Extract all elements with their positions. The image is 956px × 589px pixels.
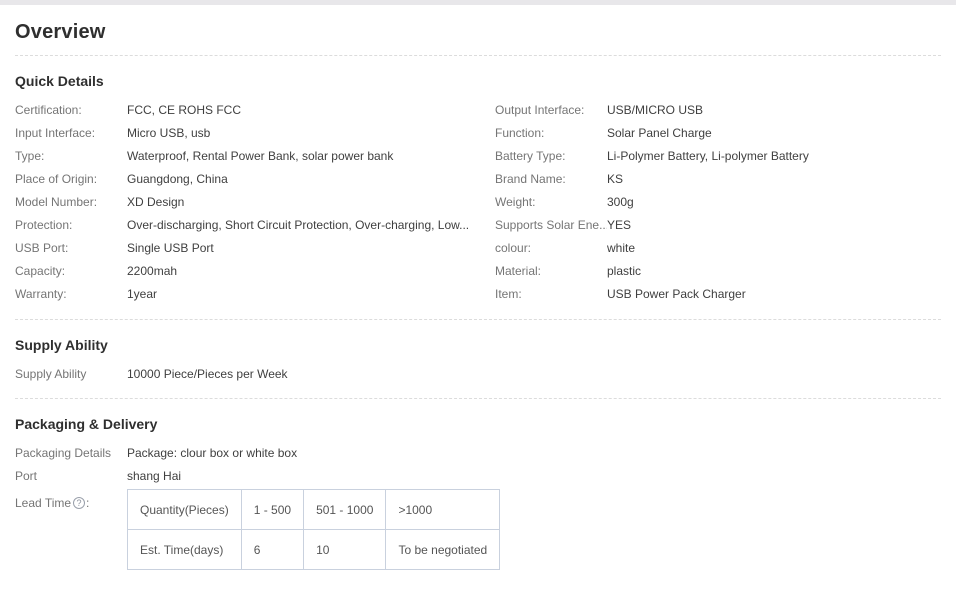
lead-time-table-cell: >1000: [386, 490, 500, 530]
quick-detail-row: Certification:FCC, CE ROHS FCC: [15, 99, 495, 122]
product-overview-page: Overview Quick Details Certification:FCC…: [0, 21, 956, 570]
quick-detail-label: Battery Type:: [495, 145, 607, 168]
packaging-detail-value: shang Hai: [127, 465, 189, 488]
quick-detail-label: Material:: [495, 260, 607, 283]
lead-time-label-text: Lead Time: [15, 496, 71, 510]
quick-detail-value: 300g: [607, 191, 642, 214]
quick-detail-value: 2200mah: [127, 260, 185, 283]
quick-detail-row: USB Port:Single USB Port: [15, 237, 495, 260]
quick-detail-value: plastic: [607, 260, 649, 283]
quick-detail-label: colour:: [495, 237, 607, 260]
quick-detail-value: Over-discharging, Short Circuit Protecti…: [127, 214, 477, 237]
lead-time-table-body: Quantity(Pieces)1 - 500501 - 1000>1000Es…: [128, 490, 500, 570]
quick-detail-row: Battery Type:Li-Polymer Battery, Li-poly…: [495, 145, 941, 168]
quick-detail-row: Supports Solar Ene...YES: [495, 214, 941, 237]
quick-details-section: Quick Details Certification:FCC, CE ROHS…: [15, 73, 941, 306]
quick-detail-value: Micro USB, usb: [127, 122, 218, 145]
quick-detail-row: Place of Origin:Guangdong, China: [15, 168, 495, 191]
quick-detail-value: FCC, CE ROHS FCC: [127, 99, 249, 122]
packaging-detail-value: Package: clour box or white box: [127, 442, 305, 465]
quick-detail-label: Protection:: [15, 214, 127, 237]
quick-detail-label: Certification:: [15, 99, 127, 122]
lead-time-table: Quantity(Pieces)1 - 500501 - 1000>1000Es…: [127, 489, 500, 570]
quick-detail-label: Input Interface:: [15, 122, 127, 145]
quick-detail-row: Function:Solar Panel Charge: [495, 122, 941, 145]
section-divider: [15, 319, 941, 320]
packaging-detail-label: Port: [15, 465, 127, 488]
quick-detail-label: Supports Solar Ene...: [495, 214, 607, 237]
quick-detail-label: Brand Name:: [495, 168, 607, 191]
quick-detail-value: USB/MICRO USB: [607, 99, 711, 122]
quick-detail-value: Li-Polymer Battery, Li-polymer Battery: [607, 145, 817, 168]
section-divider: [15, 398, 941, 399]
quick-detail-value: USB Power Pack Charger: [607, 283, 754, 306]
quick-detail-row: Weight:300g: [495, 191, 941, 214]
packaging-detail-label: Packaging Details: [15, 442, 127, 465]
lead-time-table-row: Quantity(Pieces)1 - 500501 - 1000>1000: [128, 490, 500, 530]
lead-time-table-cell: 501 - 1000: [304, 490, 386, 530]
lead-time-table-cell: 1 - 500: [241, 490, 303, 530]
quick-detail-row: Brand Name:KS: [495, 168, 941, 191]
quick-detail-row: Model Number:XD Design: [15, 191, 495, 214]
lead-time-block: Lead Time?: Quantity(Pieces)1 - 500501 -…: [15, 489, 941, 570]
lead-time-table-cell: 6: [241, 530, 303, 570]
quick-details-left-column: Certification:FCC, CE ROHS FCCInput Inte…: [15, 99, 495, 306]
lead-time-table-cell: To be negotiated: [386, 530, 500, 570]
quick-detail-value: Single USB Port: [127, 237, 222, 260]
quick-detail-row: colour:white: [495, 237, 941, 260]
packaging-delivery-rows: Packaging DetailsPackage: clour box or w…: [15, 442, 941, 488]
supply-ability-section: Supply Ability Supply Ability10000 Piece…: [15, 337, 941, 386]
quick-detail-row: Input Interface:Micro USB, usb: [15, 122, 495, 145]
lead-time-table-cell: Est. Time(days): [128, 530, 242, 570]
quick-detail-label: Model Number:: [15, 191, 127, 214]
quick-detail-label: Function:: [495, 122, 607, 145]
lead-time-label-colon: :: [86, 496, 89, 510]
quick-details-grid: Certification:FCC, CE ROHS FCCInput Inte…: [15, 99, 941, 306]
quick-detail-value: 1year: [127, 283, 165, 306]
lead-time-table-cell: Quantity(Pieces): [128, 490, 242, 530]
quick-detail-row: Item:USB Power Pack Charger: [495, 283, 941, 306]
quick-detail-label: Place of Origin:: [15, 168, 127, 191]
supply-ability-heading: Supply Ability: [15, 337, 941, 354]
supply-ability-label: Supply Ability: [15, 363, 127, 386]
lead-time-label: Lead Time?:: [15, 489, 127, 510]
quick-detail-row: Protection:Over-discharging, Short Circu…: [15, 214, 495, 237]
quick-detail-value: Guangdong, China: [127, 168, 236, 191]
quick-detail-label: USB Port:: [15, 237, 127, 260]
question-mark-help-icon[interactable]: ?: [73, 497, 85, 509]
top-divider-bar: [0, 0, 956, 5]
quick-detail-row: Material:plastic: [495, 260, 941, 283]
quick-detail-label: Weight:: [495, 191, 607, 214]
quick-details-heading: Quick Details: [15, 73, 941, 90]
supply-ability-value: 10000 Piece/Pieces per Week: [127, 363, 296, 386]
quick-detail-label: Capacity:: [15, 260, 127, 283]
lead-time-table-row: Est. Time(days)610To be negotiated: [128, 530, 500, 570]
quick-detail-label: Warranty:: [15, 283, 127, 306]
quick-detail-label: Output Interface:: [495, 99, 607, 122]
page-title: Overview: [15, 21, 941, 43]
quick-detail-row: Warranty:1year: [15, 283, 495, 306]
quick-detail-value: KS: [607, 168, 631, 191]
quick-detail-value: XD Design: [127, 191, 192, 214]
quick-detail-value: white: [607, 237, 643, 260]
quick-detail-row: Type:Waterproof, Rental Power Bank, sola…: [15, 145, 495, 168]
quick-detail-row: Capacity:2200mah: [15, 260, 495, 283]
supply-ability-row: Supply Ability10000 Piece/Pieces per Wee…: [15, 363, 941, 386]
packaging-delivery-section: Packaging & Delivery Packaging DetailsPa…: [15, 416, 941, 570]
quick-details-right-column: Output Interface:USB/MICRO USBFunction:S…: [495, 99, 941, 306]
packaging-detail-row: Portshang Hai: [15, 465, 941, 488]
quick-detail-label: Item:: [495, 283, 607, 306]
lead-time-table-cell: 10: [304, 530, 386, 570]
section-divider: [15, 55, 941, 56]
quick-detail-row: Output Interface:USB/MICRO USB: [495, 99, 941, 122]
packaging-detail-row: Packaging DetailsPackage: clour box or w…: [15, 442, 941, 465]
quick-detail-value: Solar Panel Charge: [607, 122, 720, 145]
quick-detail-label: Type:: [15, 145, 127, 168]
quick-detail-value: Waterproof, Rental Power Bank, solar pow…: [127, 145, 401, 168]
quick-detail-value: YES: [607, 214, 639, 237]
supply-ability-rows: Supply Ability10000 Piece/Pieces per Wee…: [15, 363, 941, 386]
packaging-delivery-heading: Packaging & Delivery: [15, 416, 941, 433]
